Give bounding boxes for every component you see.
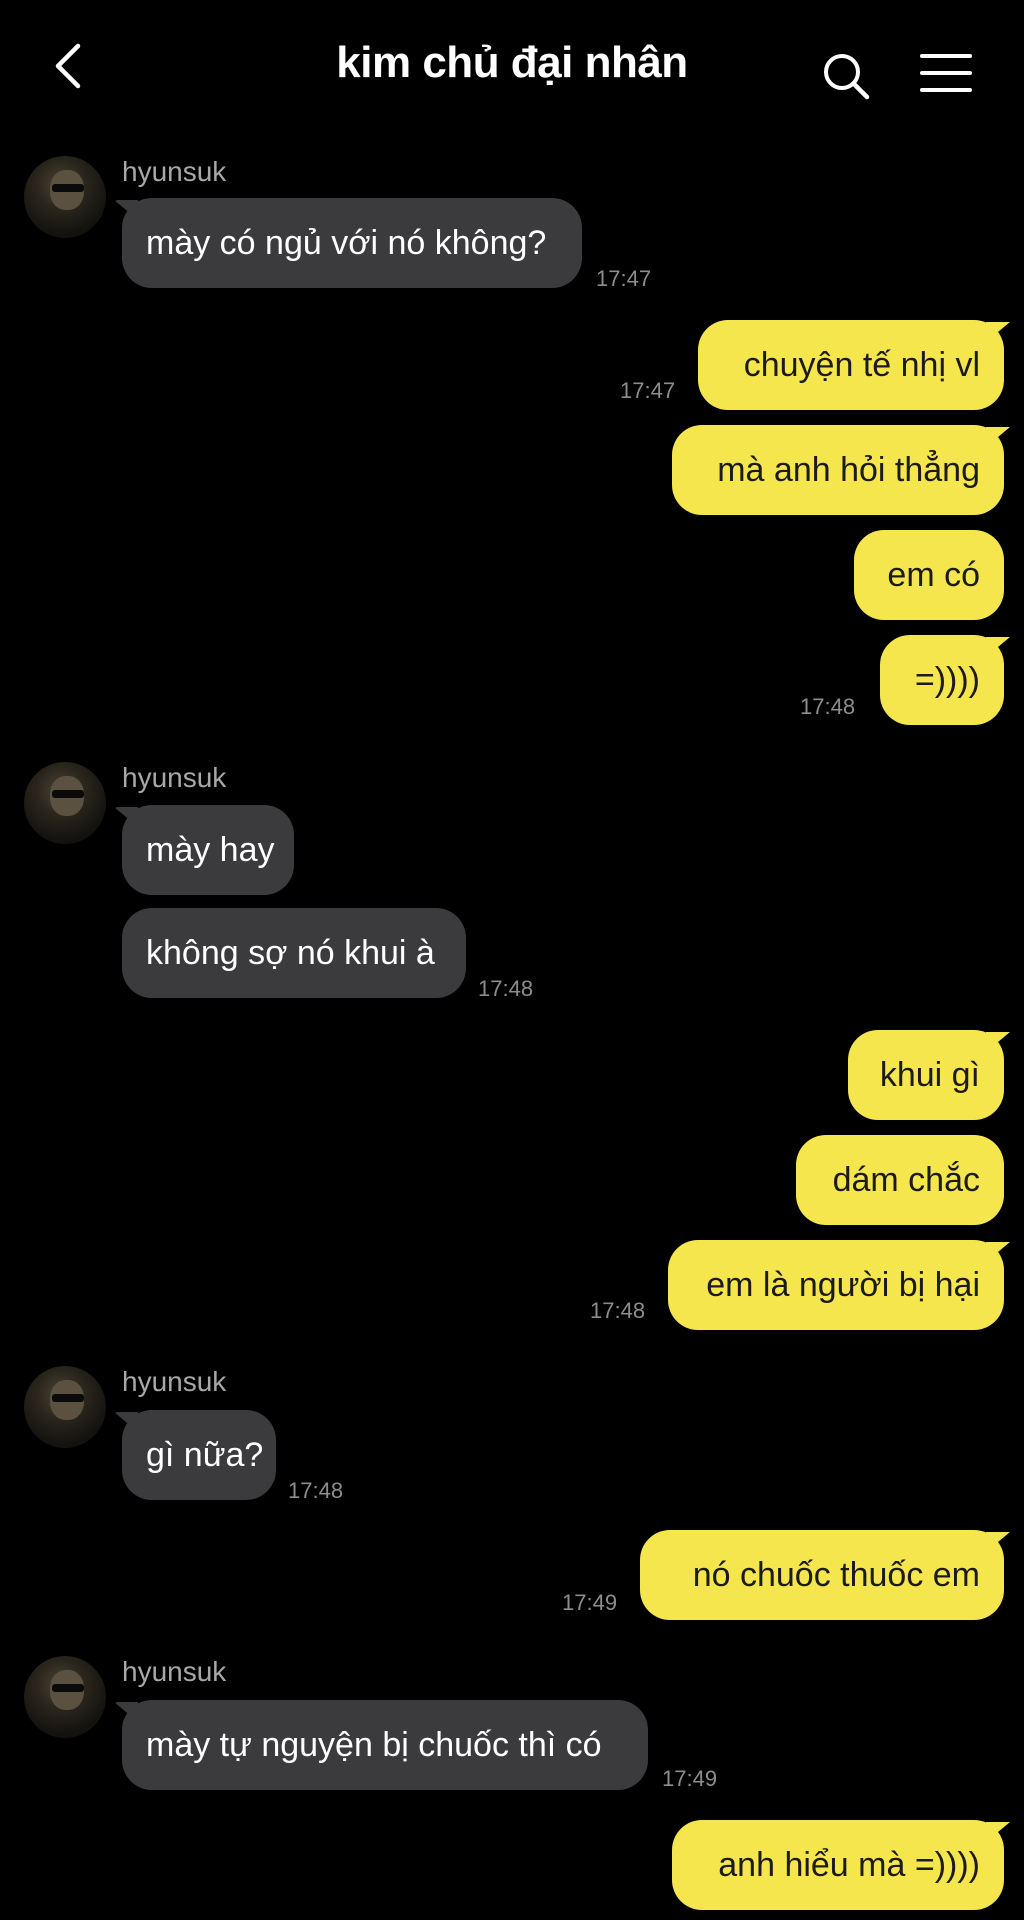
timestamp: 17:47: [620, 378, 676, 403]
timestamp: 17:49: [562, 1590, 618, 1615]
outgoing-message[interactable]: nó chuốc thuốc em: [640, 1530, 1004, 1620]
avatar[interactable]: [24, 1366, 106, 1448]
outgoing-message[interactable]: mà anh hỏi thẳng: [672, 425, 1004, 515]
incoming-message[interactable]: mày có ngủ với nó không?: [122, 198, 582, 288]
timestamp: 17:48: [590, 1298, 646, 1323]
sender-name: hyunsuk: [122, 1366, 227, 1397]
timestamp: 17:48: [478, 976, 534, 1001]
outgoing-message[interactable]: dám chắc: [796, 1135, 1004, 1225]
incoming-message[interactable]: không sợ nó khui à: [122, 908, 466, 998]
incoming-message[interactable]: mày hay: [122, 805, 294, 895]
incoming-message[interactable]: mày tự nguyện bị chuốc thì có: [122, 1700, 648, 1790]
sender-name: hyunsuk: [122, 1656, 227, 1687]
outgoing-message[interactable]: em là người bị hại: [668, 1240, 1004, 1330]
chat-header: kim chủ đại nhân: [0, 0, 1024, 130]
outgoing-message[interactable]: em có: [854, 530, 1004, 620]
outgoing-message[interactable]: chuyện tế nhị vl: [698, 320, 1004, 410]
sender-name: hyunsuk: [122, 156, 227, 187]
timestamp: 17:48: [288, 1478, 344, 1503]
incoming-message[interactable]: gì nữa?: [122, 1410, 276, 1500]
outgoing-message[interactable]: =)))): [880, 635, 1004, 725]
outgoing-message[interactable]: khui gì: [848, 1030, 1004, 1120]
message-list[interactable]: hyunsuk mày có ngủ với nó không? 17:47 c…: [0, 0, 1024, 1920]
timestamp: 17:48: [800, 694, 856, 719]
search-icon: [824, 54, 870, 100]
avatar[interactable]: [24, 156, 106, 238]
outgoing-message[interactable]: anh hiểu mà =)))): [672, 1820, 1004, 1910]
timestamp: 17:49: [662, 1766, 718, 1791]
menu-icon: [920, 54, 972, 92]
avatar[interactable]: [24, 762, 106, 844]
menu-button[interactable]: [920, 52, 972, 94]
timestamp: 17:47: [596, 266, 652, 291]
sender-name: hyunsuk: [122, 762, 227, 793]
search-button[interactable]: [820, 50, 872, 102]
avatar[interactable]: [24, 1656, 106, 1738]
